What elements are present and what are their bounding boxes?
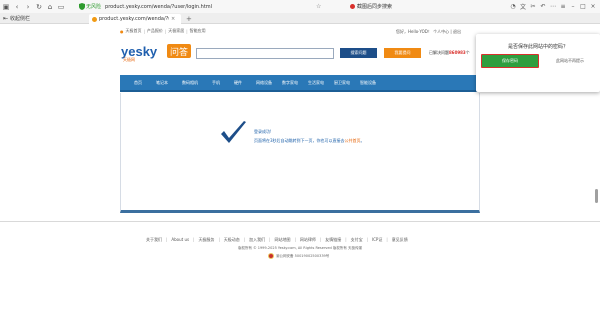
nav-item[interactable]: 笔记本: [156, 80, 168, 86]
url-text[interactable]: product.yesky.com/wenda/?user/login.html: [105, 4, 212, 10]
forward-icon[interactable]: ›: [23, 2, 33, 12]
success-check-icon: [221, 121, 246, 143]
reader-icon[interactable]: ▭: [56, 2, 66, 12]
favicon-icon: [92, 16, 97, 22]
sidebar-collapse-label: 收起侧栏: [10, 16, 31, 22]
topnav-link[interactable]: 天极首页: [126, 28, 142, 34]
toolbar-right-icons: ◔ 文 ✂ ↶ ⋯ ≡ – □ ×: [508, 2, 598, 11]
extension-search[interactable]: 截图后同步搜索: [350, 3, 392, 10]
sidebar-toggle-icon[interactable]: ▣: [1, 2, 11, 12]
topnav-home-icon: ●: [120, 28, 124, 34]
footer-link[interactable]: ICP证: [372, 237, 382, 243]
more-icon[interactable]: ⋯: [548, 2, 558, 11]
browser-window: ▣ ‹ › ↻ ⌂ ▭ 无风险 product.yesky.com/wenda/…: [0, 0, 600, 323]
solved-number: 860983: [449, 50, 466, 55]
footer-link[interactable]: About us: [171, 237, 189, 243]
logo-badge: 问答: [167, 44, 191, 58]
ask-question-button[interactable]: 我要提问: [384, 48, 421, 58]
result-panel: [120, 93, 480, 213]
save-password-popup: 是否保存此网站中的密码？ 保存密码 此网站不再提示: [476, 34, 600, 92]
scrollbar-thumb[interactable]: [595, 189, 598, 203]
cut-icon[interactable]: ✂: [528, 2, 538, 11]
tab-title: product.yesky.com/wenda/?use...: [99, 16, 169, 22]
user-greeting[interactable]: 您好，Hello·YOD！ 个人中心 | 退出: [396, 29, 461, 35]
search-button[interactable]: 搜索问题: [340, 48, 377, 58]
footer-link[interactable]: 意见反馈: [392, 237, 408, 243]
topnav-link[interactable]: 智能应用: [190, 28, 206, 34]
popup-question: 是否保存此网站中的密码？: [507, 44, 568, 50]
nav-item[interactable]: 硬件: [234, 80, 242, 86]
address-bar[interactable]: 无风险 product.yesky.com/wenda/?user/login.…: [78, 2, 338, 11]
nav-item[interactable]: 数字家电: [282, 80, 298, 86]
login-success-title: 登录成功!: [254, 129, 272, 134]
nav-item[interactable]: 智能设备: [360, 80, 376, 86]
minimize-icon[interactable]: –: [568, 2, 578, 11]
home-icon[interactable]: ⌂: [45, 2, 55, 12]
nav-item[interactable]: 网络设备: [256, 80, 272, 86]
footer-link[interactable]: 友情链接: [325, 237, 341, 243]
save-password-button[interactable]: 保存密码: [481, 54, 539, 68]
footer-link[interactable]: 天极服务: [198, 237, 214, 243]
site-logo[interactable]: yesky 天极网 问答: [121, 44, 191, 64]
close-icon[interactable]: ×: [588, 2, 598, 11]
footer-link[interactable]: 网站律师: [300, 237, 316, 243]
nav-item[interactable]: 生活家电: [308, 80, 324, 86]
main-nav: 首页 笔记本 数码相机 手机 硬件 网络设备 数字家电 生活家电 厨卫家电 智能…: [120, 75, 480, 92]
nav-item[interactable]: 手机: [212, 80, 220, 86]
police-badge-icon: [268, 253, 274, 259]
nav-item[interactable]: 首页: [134, 80, 142, 86]
police-record[interactable]: 渝公网安备 50019002500339号: [268, 253, 329, 259]
copyright-text: 版权所有 © 1999-2025 Yesky.com, All Rights R…: [238, 246, 362, 250]
security-label: 无风险: [86, 4, 102, 10]
footer-link[interactable]: 支付宝: [351, 237, 363, 243]
search-input[interactable]: [196, 48, 334, 59]
shield-icon: [78, 3, 86, 11]
footer-divider: [0, 221, 600, 222]
solved-count: 已解决问题860983个: [429, 50, 470, 55]
footer-link[interactable]: 加入我们: [249, 237, 265, 243]
topnav-link[interactable]: 天极家居: [168, 28, 184, 34]
extension-icon: [350, 4, 355, 9]
topnav-link[interactable]: 产品报价: [147, 28, 163, 34]
menu-icon[interactable]: ≡: [558, 2, 568, 11]
logo-subtext: 天极网: [123, 57, 135, 62]
footer-links: 关于我们 | About us | 天极服务 | 天极动态 | 加入我们 | 网站地图 | …: [146, 237, 408, 243]
back-icon[interactable]: ‹: [12, 2, 22, 12]
new-tab-icon[interactable]: +: [186, 15, 192, 23]
maximize-icon[interactable]: □: [578, 2, 588, 11]
refresh-icon[interactable]: ↻: [34, 2, 44, 12]
collapse-icon: ⇤: [3, 15, 9, 22]
nav-item[interactable]: 数码相机: [182, 80, 198, 86]
bookmark-star-icon[interactable]: ☆: [316, 3, 321, 10]
undo-icon[interactable]: ↶: [538, 2, 548, 11]
extension-label: 截图后同步搜索: [357, 4, 393, 10]
redirect-message: 页面将在3秒后自动跳转到下一页，你也可以直接去公共首页。: [254, 138, 365, 143]
footer-link[interactable]: 关于我们: [146, 237, 162, 243]
never-for-site-button[interactable]: 此网站不再提示: [544, 54, 596, 68]
tab-strip: ⇤ 收起侧栏 product.yesky.com/wenda/?use... ×…: [0, 13, 600, 24]
tab-active[interactable]: product.yesky.com/wenda/?use... ×: [89, 14, 181, 24]
sidebar-collapse[interactable]: ⇤ 收起侧栏: [3, 15, 30, 22]
user-icon[interactable]: ◔: [508, 2, 518, 11]
translate-icon[interactable]: 文: [518, 2, 528, 11]
home-link[interactable]: 公共首页: [345, 138, 361, 143]
footer-link[interactable]: 网站地图: [275, 237, 291, 243]
footer-link[interactable]: 天极动态: [224, 237, 240, 243]
nav-item[interactable]: 厨卫家电: [334, 80, 350, 86]
tab-close-icon[interactable]: ×: [171, 16, 175, 22]
